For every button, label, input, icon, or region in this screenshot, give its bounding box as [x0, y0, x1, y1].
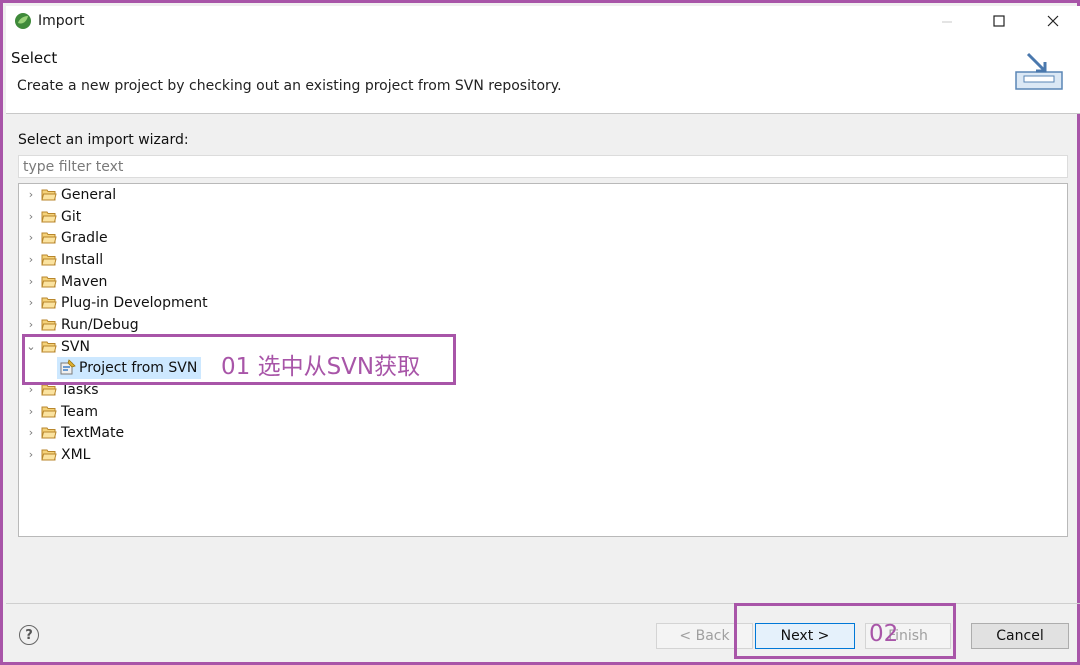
folder-icon [41, 406, 57, 418]
tree-item-textmate[interactable]: › TextMate [19, 422, 1067, 443]
tree-item-install[interactable]: › Install [19, 249, 1067, 270]
minimize-button[interactable] [924, 6, 970, 36]
tree-item-label: Team [61, 403, 99, 420]
chevron-right-icon[interactable]: › [26, 253, 36, 266]
close-button[interactable] [1030, 6, 1076, 36]
folder-icon [41, 319, 57, 331]
import-dialog: Import Select Create a new project by ch… [0, 0, 1080, 665]
chevron-right-icon[interactable]: › [26, 188, 36, 201]
tree-item-label: Run/Debug [61, 316, 139, 333]
tree-item-team[interactable]: › Team [19, 401, 1067, 422]
help-icon: ? [25, 627, 33, 643]
tree-item-label: Maven [61, 273, 108, 290]
annotation-text-step2: 02 [869, 621, 899, 647]
annotation-box-step2 [734, 603, 956, 659]
annotation-text-step1: 01 选中从SVN获取 [221, 354, 421, 380]
filter-input[interactable] [18, 155, 1068, 178]
page-description: Create a new project by checking out an … [17, 78, 562, 94]
chevron-right-icon[interactable]: › [26, 231, 36, 244]
import-banner-icon [1015, 52, 1063, 90]
folder-icon [41, 276, 57, 288]
tree-item-label: Plug-in Development [61, 294, 208, 311]
tree-item-label: Install [61, 251, 104, 268]
chevron-right-icon[interactable]: › [26, 296, 36, 309]
window-title: Import [38, 13, 85, 29]
folder-icon [41, 211, 57, 223]
tree-item-gradle[interactable]: › Gradle [19, 227, 1067, 248]
cancel-button[interactable]: Cancel [971, 623, 1069, 649]
folder-icon [41, 189, 57, 201]
chevron-right-icon[interactable]: › [26, 318, 36, 331]
minimize-icon [942, 21, 952, 23]
folder-icon [41, 254, 57, 266]
tree-item-general[interactable]: › General [19, 184, 1067, 205]
folder-icon [41, 232, 57, 244]
title-bar[interactable]: Import [6, 6, 1080, 36]
folder-icon [41, 449, 57, 461]
tree-item-label: General [61, 186, 117, 203]
folder-icon [41, 427, 57, 439]
chevron-right-icon[interactable]: › [26, 210, 36, 223]
chevron-right-icon[interactable]: › [26, 275, 36, 288]
tree-item-xml[interactable]: › XML [19, 444, 1067, 465]
wizard-header: Select Create a new project by checking … [6, 36, 1080, 114]
wizard-list-label: Select an import wizard: [18, 132, 189, 148]
chevron-right-icon[interactable]: › [26, 405, 36, 418]
tree-item-plugin-development[interactable]: › Plug-in Development [19, 292, 1067, 313]
help-button[interactable]: ? [19, 625, 39, 645]
eclipse-spring-icon [15, 13, 31, 29]
tree-item-label: Git [61, 208, 82, 225]
tree-item-maven[interactable]: › Maven [19, 271, 1067, 292]
tree-item-run-debug[interactable]: › Run/Debug [19, 314, 1067, 335]
maximize-icon [993, 15, 1005, 27]
page-title: Select [11, 49, 58, 67]
chevron-right-icon[interactable]: › [26, 426, 36, 439]
tree-item-label: TextMate [61, 424, 125, 441]
close-icon [1047, 15, 1059, 27]
tree-item-git[interactable]: › Git [19, 206, 1067, 227]
chevron-right-icon[interactable]: › [26, 448, 36, 461]
maximize-button[interactable] [976, 6, 1022, 36]
tree-item-label: Gradle [61, 229, 108, 246]
tree-item-label: XML [61, 446, 91, 463]
folder-icon [41, 297, 57, 309]
